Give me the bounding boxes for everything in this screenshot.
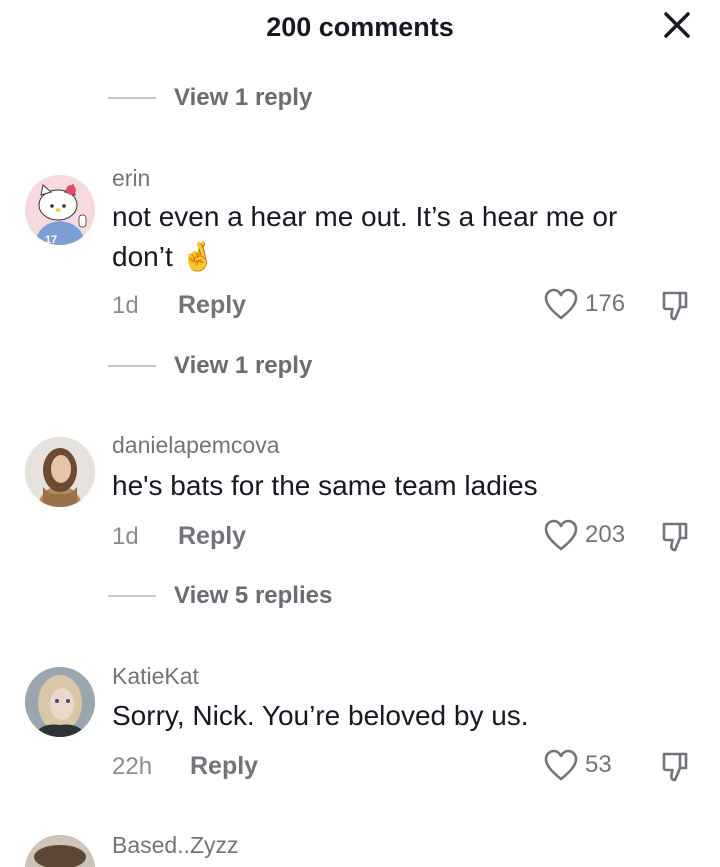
reply-button[interactable]: Reply: [178, 291, 246, 320]
view-replies-button[interactable]: View 1 reply: [108, 80, 312, 116]
thumbs-down-icon: [662, 752, 688, 782]
heart-outline-icon: [544, 749, 578, 781]
like-button[interactable]: 53: [543, 748, 612, 782]
comment-timestamp: 1d: [112, 523, 139, 550]
view-replies-label: View 1 reply: [174, 84, 313, 111]
close-icon: [664, 12, 690, 38]
like-count: 176: [585, 290, 626, 317]
dislike-button[interactable]: [660, 520, 692, 554]
avatar[interactable]: [25, 437, 95, 507]
thumbs-down-icon: [662, 522, 688, 552]
view-replies-button[interactable]: View 1 reply: [108, 348, 312, 384]
view-replies-label: View 1 reply: [174, 352, 313, 379]
avatar[interactable]: 17: [25, 175, 95, 245]
comments-header: 200 comments: [0, 0, 720, 62]
comment-username[interactable]: danielapemcova: [112, 432, 280, 459]
comment-item: KatieKat Sorry, Nick. You’re beloved by …: [0, 650, 720, 800]
svg-text:17: 17: [45, 234, 57, 245]
profile-photo-avatar: [25, 667, 95, 737]
comment-timestamp: 22h: [112, 753, 153, 780]
comment-username[interactable]: erin: [112, 165, 150, 192]
crossed-fingers-emoji: 🤞: [180, 241, 216, 272]
reply-divider-line: [108, 365, 156, 367]
dislike-button[interactable]: [660, 289, 692, 323]
thumbs-down-icon: [662, 291, 688, 321]
comment-username[interactable]: KatieKat: [112, 663, 199, 690]
dislike-button[interactable]: [660, 750, 692, 784]
like-count: 203: [585, 521, 626, 548]
comment-item: 17 erin not even a hear me out. It’s a h…: [0, 150, 720, 390]
like-button[interactable]: 203: [543, 518, 625, 552]
avatar[interactable]: [25, 835, 95, 867]
reply-divider-line: [108, 595, 156, 597]
reply-button[interactable]: Reply: [178, 522, 246, 551]
profile-photo-avatar: [25, 437, 95, 507]
comment-text-fragment: don’t: [112, 241, 173, 272]
avatar[interactable]: [25, 667, 95, 737]
comment-item: Based..Zyzz: [0, 820, 720, 867]
comment-item: danielapemcova he's bats for the same te…: [0, 420, 720, 620]
comment-timestamp: 1d: [112, 292, 139, 319]
view-replies-button[interactable]: View 5 replies: [108, 578, 332, 614]
comment-text-line: don’t 🤞: [112, 237, 692, 277]
comment-text: he's bats for the same team ladies: [112, 470, 538, 501]
view-replies-label: View 5 replies: [174, 582, 333, 609]
heart-outline-icon: [544, 519, 578, 551]
hello-kitty-avatar-image: 17: [25, 175, 95, 245]
comment-username[interactable]: Based..Zyzz: [112, 832, 239, 859]
close-button[interactable]: [660, 8, 694, 42]
reply-divider-line: [108, 97, 156, 99]
comment-text: Sorry, Nick. You’re beloved by us.: [112, 700, 529, 731]
profile-photo-avatar: [25, 835, 95, 867]
comment-text-line: not even a hear me out. It’s a hear me o…: [112, 201, 618, 232]
like-count: 53: [585, 751, 612, 778]
like-button[interactable]: 176: [543, 287, 625, 321]
heart-outline-icon: [544, 288, 578, 320]
reply-button[interactable]: Reply: [190, 752, 258, 781]
comments-count-title: 200 comments: [266, 12, 454, 42]
comment-text: not even a hear me out. It’s a hear me o…: [112, 197, 692, 277]
